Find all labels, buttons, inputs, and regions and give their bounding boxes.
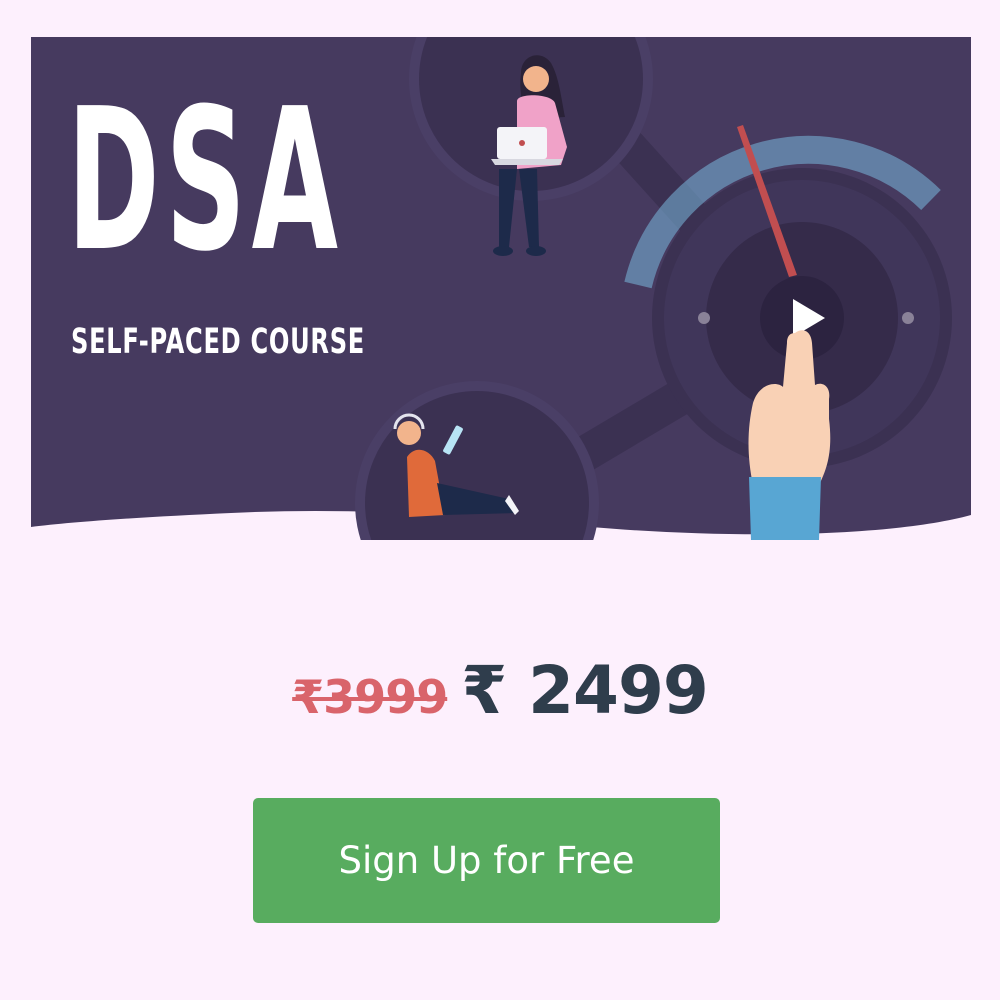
banner-subtitle: SELF-PACED COURSE bbox=[71, 322, 365, 362]
banner-title: DSA bbox=[67, 67, 344, 295]
price-row: ₹3999 ₹ 2499 bbox=[0, 652, 1000, 742]
sign-up-button[interactable]: Sign Up for Free bbox=[253, 798, 720, 923]
current-price: ₹ 2499 bbox=[461, 652, 709, 729]
original-price: ₹3999 bbox=[292, 670, 448, 724]
course-banner: DSA SELF-PACED COURSE bbox=[31, 37, 971, 540]
